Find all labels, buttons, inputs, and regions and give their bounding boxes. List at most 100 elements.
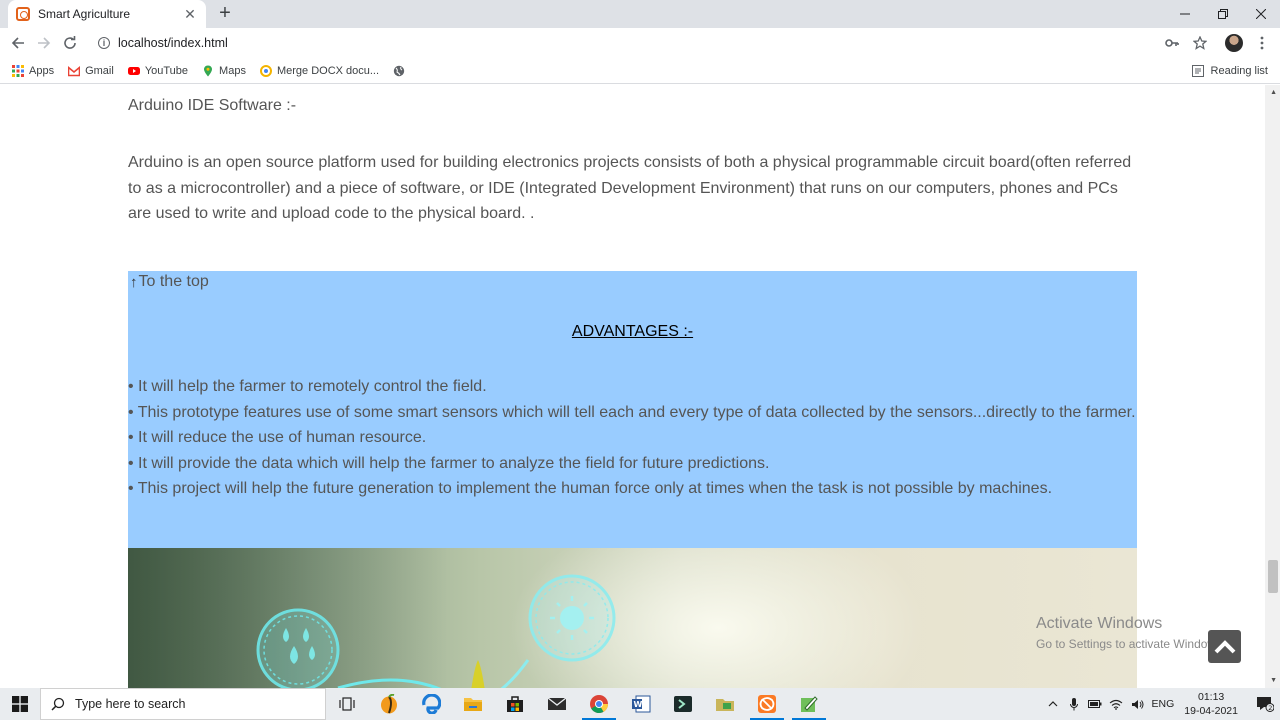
back-button[interactable] — [5, 30, 31, 56]
fruit-app-icon — [381, 694, 397, 714]
url-text[interactable]: localhost/index.html — [118, 36, 228, 50]
activate-windows-watermark: Activate Windows Go to Settings to activ… — [1036, 615, 1225, 651]
taskbar-app-fl-studio[interactable] — [368, 688, 410, 720]
smart-agriculture-hero-image — [128, 548, 1137, 688]
chrome-menu-button[interactable] — [1248, 29, 1276, 57]
to-top-label: To the top — [138, 273, 209, 290]
tab-title: Smart Agriculture — [38, 7, 131, 21]
new-tab-button[interactable]: + — [214, 3, 236, 25]
scroll-down-arrow-icon[interactable]: ▼ — [1270, 677, 1277, 684]
taskbar-app-chrome[interactable] — [578, 688, 620, 720]
sun-sensor-icon — [528, 574, 616, 662]
tab-smart-agriculture[interactable]: Smart Agriculture ✕ — [8, 0, 206, 28]
start-button[interactable] — [0, 688, 40, 720]
task-view-button[interactable] — [326, 688, 368, 720]
taskbar-app-dark[interactable] — [662, 688, 704, 720]
apps-grid-icon — [12, 64, 24, 77]
taskbar-app-notepad[interactable] — [788, 688, 830, 720]
close-window-button[interactable] — [1242, 0, 1280, 28]
chevron-up-icon — [1214, 639, 1235, 653]
scrollbar-thumb[interactable] — [1268, 560, 1278, 593]
password-key-button[interactable] — [1158, 29, 1186, 57]
profile-avatar — [1225, 34, 1243, 52]
notification-icon: 2 — [1257, 697, 1274, 712]
bookmark-merge-docx[interactable]: Merge DOCX docu... — [259, 64, 380, 77]
wifi-button[interactable] — [1106, 688, 1127, 720]
svg-text:W: W — [634, 700, 643, 709]
bookmark-youtube[interactable]: YouTube — [127, 64, 189, 77]
browser-toolbar: i localhost/index.html — [0, 28, 1280, 58]
youtube-icon — [127, 66, 140, 75]
restore-button[interactable] — [1204, 0, 1242, 28]
minimize-button[interactable] — [1166, 0, 1204, 28]
profile-button[interactable] — [1220, 29, 1248, 57]
taskbar-app-green[interactable] — [704, 688, 746, 720]
bookmarks-bar: Apps Gmail YouTube Maps Merge DOCX docu.… — [0, 58, 1280, 84]
bookmark-globe[interactable] — [393, 65, 410, 77]
reload-icon — [64, 36, 76, 49]
scroll-to-top-button[interactable] — [1208, 630, 1241, 663]
forward-arrow-icon — [38, 37, 51, 49]
taskbar-app-file-explorer[interactable] — [452, 688, 494, 720]
edge-icon — [422, 694, 441, 714]
bookmark-label: Gmail — [85, 64, 114, 77]
site-info-icon[interactable]: i — [98, 37, 110, 49]
tab-close-icon[interactable]: ✕ — [182, 6, 198, 23]
battery-button[interactable] — [1085, 688, 1106, 720]
mail-icon — [547, 697, 567, 710]
taskbar-app-store[interactable] — [494, 688, 536, 720]
maps-pin-icon — [204, 65, 213, 76]
list-item: • This prototype features use of some sm… — [128, 403, 1136, 421]
show-hidden-icons-button[interactable] — [1043, 688, 1064, 720]
clock-date: 19-04-2021 — [1184, 705, 1238, 717]
close-icon — [1256, 9, 1266, 19]
word-icon: W — [632, 695, 651, 713]
back-arrow-icon — [11, 37, 24, 49]
bookmark-star-button[interactable] — [1186, 29, 1214, 57]
watermark-line2: Go to Settings to activate Windows. — [1036, 637, 1226, 651]
volume-button[interactable] — [1127, 688, 1148, 720]
scroll-up-arrow-icon[interactable]: ▲ — [1270, 89, 1277, 96]
chevron-up-icon — [1048, 701, 1058, 707]
water-drops-icon — [256, 608, 340, 688]
page-scrollbar[interactable]: ▲ ▼ — [1265, 85, 1280, 688]
reload-button[interactable] — [57, 30, 83, 56]
toolbar-right — [1158, 28, 1280, 58]
window-controls — [1166, 0, 1280, 28]
reading-list-label: Reading list — [1210, 65, 1268, 77]
list-item: • This project will help the future gene… — [128, 480, 1053, 497]
reading-list-button[interactable]: Reading list — [1191, 58, 1268, 84]
to-the-top-link[interactable]: ↑ To the top — [130, 273, 209, 291]
taskbar-app-mail[interactable] — [536, 688, 578, 720]
taskbar-app-edge[interactable] — [410, 688, 452, 720]
advantages-heading: ADVANTAGES :- — [571, 323, 694, 340]
restore-icon — [1218, 9, 1228, 19]
advantages-list: • It will help the farmer to remotely co… — [128, 374, 1136, 502]
bookmark-label: YouTube — [144, 64, 189, 77]
bookmark-gmail[interactable]: Gmail — [68, 65, 114, 77]
bookmark-maps[interactable]: Maps — [202, 65, 246, 77]
chrome-icon — [590, 695, 608, 714]
reading-list-icon — [1191, 65, 1204, 77]
hero-graphic — [256, 574, 616, 688]
system-tray: ENG 01:13 19-04-2021 2 — [1043, 688, 1280, 720]
action-center-button[interactable]: 2 — [1250, 688, 1280, 720]
microphone-button[interactable] — [1064, 688, 1085, 720]
windows-taskbar: Type here to search W ENG 01:13 19-04-20… — [0, 688, 1280, 720]
taskbar-search-box[interactable]: Type here to search — [40, 688, 326, 720]
notepad-pen-icon — [801, 696, 818, 712]
task-view-icon — [339, 697, 355, 711]
section-title: Arduino IDE Software :- — [128, 97, 297, 114]
bookmark-apps[interactable]: Apps — [12, 64, 54, 77]
list-item: • It will help the farmer to remotely co… — [128, 378, 487, 395]
forward-button[interactable] — [31, 30, 57, 56]
address-bar[interactable]: i localhost/index.html — [90, 30, 1164, 56]
search-placeholder: Type here to search — [75, 697, 186, 711]
input-language[interactable]: ENG — [1152, 698, 1175, 710]
bookmark-label: Merge DOCX docu... — [276, 64, 380, 77]
key-icon — [1165, 39, 1179, 47]
clock[interactable]: 01:13 19-04-2021 — [1184, 690, 1238, 718]
taskbar-app-word[interactable]: W — [620, 688, 662, 720]
taskbar-app-xampp[interactable] — [746, 688, 788, 720]
search-icon — [51, 697, 65, 711]
